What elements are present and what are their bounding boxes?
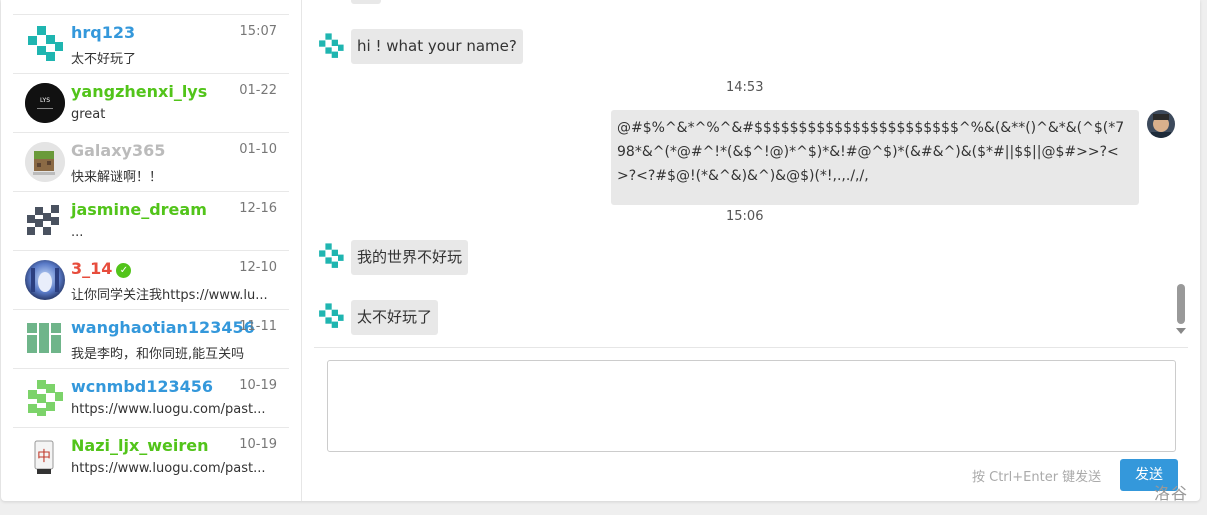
contact-name: 3_14 ✓ [71, 259, 132, 278]
message-timestamp: 14:53 [726, 80, 764, 95]
send-shortcut-hint: 按 Ctrl+Enter 键发送 [972, 470, 1102, 485]
lys-avatar-text: LYS [40, 97, 50, 104]
anime-avatar-icon [25, 260, 65, 300]
contact-name: jasmine_dream [71, 200, 207, 219]
mahjong-avatar-icon: 中 [25, 437, 65, 477]
mahjong-avatar-text: 中 [37, 449, 51, 465]
contact-time: 10-19 [239, 437, 277, 452]
contact-preview: great [71, 107, 106, 122]
luogu-logo-icon [317, 242, 345, 270]
message-timestamp: 15:06 [726, 209, 764, 224]
contact-preview: https://www.luogu.com/past... [71, 461, 266, 476]
contact-name: hrq123 [71, 23, 136, 42]
chat-window: hrq123 15:07 太不好玩了 LYS yangzhenxi_lys 01… [1, 0, 1200, 501]
scrollbar-thumb[interactable] [1177, 284, 1185, 324]
contact-name: wanghaotian123456 [71, 318, 255, 337]
contact-item-galaxy365[interactable]: Galaxy365 01-10 快来解谜啊！！ [13, 132, 289, 191]
contact-preview: ... [71, 225, 84, 240]
contact-time: 01-22 [239, 83, 277, 98]
luogu-logo-icon [25, 24, 65, 64]
contact-name-text: 3_14 [71, 259, 113, 278]
contact-name: yangzhenxi_lys [71, 82, 208, 101]
contact-name: Galaxy365 [71, 141, 166, 160]
contact-time: 11-11 [239, 319, 277, 334]
minecraft-avatar-icon [25, 142, 65, 182]
contact-time: 01-10 [239, 142, 277, 157]
message-bubble-own: @#$%^&*^%^&#$$$$$$$$$$$$$$$$$$$$$$$^%&(&… [611, 110, 1139, 205]
pixel-green-avatar-icon [25, 378, 65, 418]
message-bubble: 我的世界不好玩 [351, 240, 469, 275]
contact-time: 15:07 [239, 24, 277, 39]
contact-preview: 让你同学关注我https://www.lu... [71, 288, 268, 303]
contact-preview: 太不好玩了 [71, 52, 137, 67]
contact-item-jasmine-dream[interactable]: jasmine_dream 12-16 ... [13, 191, 289, 250]
green-t-avatar-icon [25, 319, 65, 359]
contact-time: 12-16 [239, 201, 277, 216]
contact-time: 12-10 [239, 260, 277, 275]
pixel-gray-avatar-icon [25, 201, 65, 241]
contact-item-nazi-ljx-weiren[interactable]: 中 Nazi_ljx_weiren 10-19 https://www.luog… [13, 427, 289, 486]
contact-preview: 快来解谜啊！！ [71, 170, 163, 185]
message-input[interactable] [327, 360, 1176, 452]
contact-item-hrq123[interactable]: hrq123 15:07 太不好玩了 [13, 14, 289, 73]
luogu-logo-icon [317, 32, 345, 60]
contact-item-wanghaotian123456[interactable]: wanghaotian123456 11-11 我是李昀，和你同班,能互关吗 [13, 309, 289, 368]
conversation-panel: hi ! what your name? 14:53 @#$%^&*^%^&#$… [302, 0, 1200, 501]
contact-preview: https://www.luogu.com/past... [71, 402, 266, 417]
contact-name: wcnmbd123456 [71, 377, 214, 396]
contact-item-wcnmbd123456[interactable]: wcnmbd123456 10-19 https://www.luogu.com… [13, 368, 289, 427]
lys-avatar-icon: LYS [25, 83, 65, 123]
message-bubble-partial [351, 0, 381, 4]
contact-list[interactable]: hrq123 15:07 太不好玩了 LYS yangzhenxi_lys 01… [1, 0, 302, 501]
contact-time: 10-19 [239, 378, 277, 393]
contact-item-yangzhenxi-lys[interactable]: LYS yangzhenxi_lys 01-22 great [13, 73, 289, 132]
luogu-logo-icon [317, 302, 345, 330]
contact-name: Nazi_ljx_weiren [71, 436, 209, 455]
user-avatar [1147, 110, 1175, 138]
composer-divider [314, 347, 1188, 348]
contact-item-3-14[interactable]: 3_14 ✓ 12-10 让你同学关注我https://www.lu... [13, 250, 289, 309]
message-bubble: hi ! what your name? [351, 29, 523, 64]
luogu-watermark: 洛谷 [1154, 484, 1189, 503]
verified-check-icon: ✓ [116, 263, 132, 278]
scroll-down-arrow-icon[interactable] [1176, 328, 1186, 334]
contact-preview: 我是李昀，和你同班,能互关吗 [71, 347, 245, 362]
message-bubble: 太不好玩了 [351, 300, 439, 335]
